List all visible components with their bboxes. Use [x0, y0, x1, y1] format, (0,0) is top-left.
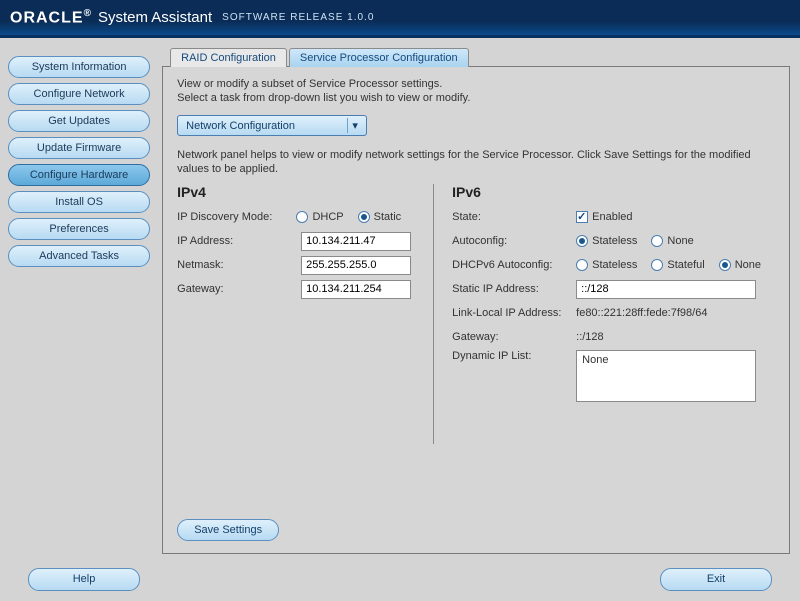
ipv6-enabled-checkbox[interactable]: Enabled [576, 211, 632, 223]
panel-hint: Network panel helps to view or modify ne… [177, 148, 775, 176]
tab-raid-configuration[interactable]: RAID Configuration [170, 48, 287, 67]
ipv6-dhcpv6-label: DHCPv6 Autoconfig: [452, 259, 576, 271]
ipv6-autoconfig-none-radio[interactable]: None [651, 235, 693, 247]
release-subtitle: SOFTWARE RELEASE 1.0.0 [222, 12, 374, 23]
ipv4-ip-label: IP Address: [177, 235, 301, 247]
task-dropdown-value: Network Configuration [186, 120, 295, 132]
help-button[interactable]: Help [28, 568, 140, 591]
ipv6-gateway-label: Gateway: [452, 331, 576, 343]
sidebar-item-preferences[interactable]: Preferences [8, 218, 150, 240]
sidebar: System Information Configure Network Get… [0, 38, 158, 560]
save-settings-button[interactable]: Save Settings [177, 519, 279, 541]
tab-service-processor-configuration[interactable]: Service Processor Configuration [289, 48, 469, 67]
sidebar-item-system-information[interactable]: System Information [8, 56, 150, 78]
ipv6-link-local-label: Link-Local IP Address: [452, 307, 576, 319]
ipv4-heading: IPv4 [177, 184, 415, 200]
sidebar-item-get-updates[interactable]: Get Updates [8, 110, 150, 132]
ipv4-ip-input[interactable] [301, 232, 411, 251]
ipv6-autoconfig-stateless-radio[interactable]: Stateless [576, 235, 637, 247]
tab-bar: RAID Configuration Service Processor Con… [170, 48, 790, 67]
main-panel: View or modify a subset of Service Proce… [162, 66, 790, 554]
ipv6-link-local-value: fe80::221:28ff:fede:7f98/64 [576, 307, 707, 319]
chevron-down-icon: ▾ [347, 118, 362, 133]
sidebar-item-install-os[interactable]: Install OS [8, 191, 150, 213]
ipv6-autoconfig-label: Autoconfig: [452, 235, 576, 247]
panel-description-line1: View or modify a subset of Service Proce… [177, 77, 775, 91]
ipv6-dynamic-list-label: Dynamic IP List: [452, 350, 576, 362]
footer: Help Exit [0, 560, 800, 599]
task-dropdown[interactable]: Network Configuration ▾ [177, 115, 367, 136]
brand-logo: ORACLE® [10, 8, 92, 27]
sidebar-item-advanced-tasks[interactable]: Advanced Tasks [8, 245, 150, 267]
sidebar-item-configure-hardware[interactable]: Configure Hardware [8, 164, 150, 186]
ipv6-dynamic-ip-list[interactable]: None [576, 350, 756, 402]
ipv6-heading: IPv6 [452, 184, 775, 200]
ipv4-static-radio[interactable]: Static [358, 211, 402, 223]
column-divider [433, 184, 434, 444]
sidebar-item-configure-network[interactable]: Configure Network [8, 83, 150, 105]
ipv6-section: IPv6 State: Enabled Autoconfig: Stateles… [452, 184, 775, 444]
ipv4-netmask-label: Netmask: [177, 259, 301, 271]
panel-description: View or modify a subset of Service Proce… [177, 77, 775, 105]
sidebar-item-update-firmware[interactable]: Update Firmware [8, 137, 150, 159]
exit-button[interactable]: Exit [660, 568, 772, 591]
ipv6-static-ip-input[interactable] [576, 280, 756, 299]
ipv4-gateway-input[interactable] [301, 280, 411, 299]
ipv4-dhcp-radio[interactable]: DHCP [296, 211, 343, 223]
ipv6-state-label: State: [452, 211, 576, 223]
ipv4-discovery-label: IP Discovery Mode: [177, 211, 296, 223]
ipv6-static-ip-label: Static IP Address: [452, 283, 576, 295]
app-header: ORACLE® System Assistant SOFTWARE RELEAS… [0, 0, 800, 36]
ipv4-netmask-input[interactable] [301, 256, 411, 275]
ipv6-gateway-value: ::/128 [576, 331, 604, 343]
ipv6-dhcpv6-stateless-radio[interactable]: Stateless [576, 259, 637, 271]
ipv6-dhcpv6-none-radio[interactable]: None [719, 259, 761, 271]
ipv4-section: IPv4 IP Discovery Mode: DHCP Static IP A… [177, 184, 415, 444]
ipv6-dhcpv6-stateful-radio[interactable]: Stateful [651, 259, 704, 271]
ipv4-gateway-label: Gateway: [177, 283, 301, 295]
panel-description-line2: Select a task from drop-down list you wi… [177, 91, 775, 105]
product-name: System Assistant [98, 9, 212, 26]
